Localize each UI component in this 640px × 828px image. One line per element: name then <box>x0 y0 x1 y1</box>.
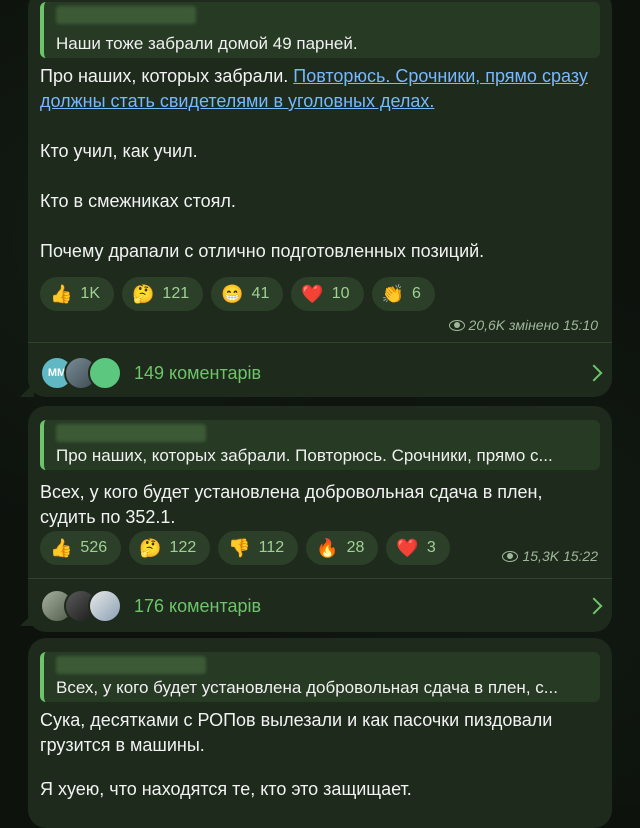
post-meta: 15,3K 15:22 <box>502 548 598 564</box>
quote-text: Про наших, которых забрали. Повторюсь. С… <box>56 446 553 465</box>
comments-count: 176 коментарів <box>134 595 262 616</box>
clap-icon: 👏 <box>381 284 404 304</box>
reaction-count: 10 <box>331 285 350 302</box>
chevron-right-icon <box>585 364 603 382</box>
reaction-heart[interactable]: ❤️ 10 <box>291 277 364 311</box>
reply-quote[interactable]: Наши тоже забрали домой 49 парней. <box>40 2 600 58</box>
fire-icon: 🔥 <box>316 538 339 558</box>
reaction-count: 1K <box>80 285 100 302</box>
quote-author-redacted <box>56 424 206 442</box>
comments-count: 149 коментарів <box>134 362 262 383</box>
chevron-right-icon <box>585 597 603 615</box>
reply-quote[interactable]: Про наших, которых забрали. Повторюсь. С… <box>40 420 600 470</box>
avatar <box>88 589 122 623</box>
message-text-2: Я хуею, что находятся те, кто это защища… <box>40 779 412 799</box>
reaction-count: 526 <box>80 539 108 556</box>
quote-text: Всех, у кого будет установлена доброволь… <box>56 678 558 697</box>
reaction-clap[interactable]: 👏 6 <box>371 277 435 311</box>
reaction-thumbs-up[interactable]: 👍 1K <box>40 277 114 311</box>
paragraph-3: Почему драпали с отлично подготовленных … <box>40 241 485 261</box>
message-text: Сука, десятками с РОПов вылезали и как п… <box>40 710 553 755</box>
reaction-count: 41 <box>251 285 270 302</box>
paragraph-1: Кто учил, как учил. <box>40 141 198 161</box>
commenter-avatars <box>40 589 122 623</box>
reply-quote[interactable]: Всех, у кого будет установлена доброволь… <box>40 652 600 702</box>
avatar <box>88 356 122 390</box>
views-and-time: 20,6K змінено 15:10 <box>468 317 598 333</box>
reaction-count: 121 <box>162 285 190 302</box>
reaction-thumbs-down[interactable]: 👎 112 <box>218 531 299 565</box>
reaction-thinking[interactable]: 🤔 122 <box>129 531 211 565</box>
comments-button[interactable]: 176 коментарів <box>40 589 603 623</box>
reaction-fire[interactable]: 🔥 28 <box>306 531 379 565</box>
grin-face-icon: 😁 <box>221 284 244 304</box>
divider <box>28 342 612 343</box>
thumbs-down-icon: 👎 <box>228 538 251 558</box>
eye-icon <box>448 319 465 331</box>
reaction-count: 6 <box>411 285 421 302</box>
channel-post[interactable]: Всех, у кого будет установлена доброволь… <box>28 638 612 828</box>
thinking-face-icon: 🤔 <box>139 538 162 558</box>
post-meta: 20,6K змінено 15:10 <box>448 317 598 333</box>
divider <box>28 578 612 579</box>
quote-text: Наши тоже забрали домой 49 парней. <box>56 34 358 53</box>
heart-icon: ❤️ <box>396 538 419 558</box>
reaction-grin[interactable]: 😁 41 <box>211 277 284 311</box>
channel-post[interactable]: Наши тоже забрали домой 49 парней. Про н… <box>28 0 612 397</box>
reaction-count: 112 <box>258 539 285 556</box>
reaction-count: 122 <box>169 539 197 556</box>
heart-icon: ❤️ <box>301 284 324 304</box>
reaction-count: 28 <box>346 539 365 556</box>
thinking-face-icon: 🤔 <box>132 284 155 304</box>
reaction-heart[interactable]: ❤️ 3 <box>386 531 450 565</box>
commenter-avatars: ММ <box>40 356 122 390</box>
eye-icon <box>502 550 519 562</box>
channel-post[interactable]: Про наших, которых забрали. Повторюсь. С… <box>28 406 612 632</box>
message-prefix: Про наших, которых забрали. <box>40 66 294 86</box>
message-text: Всех, у кого будет установлена доброволь… <box>40 482 543 527</box>
reactions-bar: 👍 526 🤔 122 👎 112 🔥 28 ❤️ 3 <box>40 531 450 565</box>
quote-author-redacted <box>56 656 206 674</box>
comments-button[interactable]: ММ 149 коментарів <box>40 356 603 390</box>
views-and-time: 15,3K 15:22 <box>522 548 598 564</box>
thumbs-up-icon: 👍 <box>50 284 73 304</box>
quote-author-redacted <box>56 6 196 24</box>
message-text: Про наших, которых забрали. Повторюсь. С… <box>40 64 596 264</box>
reactions-bar: 👍 1K 🤔 121 😁 41 ❤️ 10 👏 6 <box>40 277 435 311</box>
thumbs-up-icon: 👍 <box>50 538 73 558</box>
reaction-count: 3 <box>426 539 436 556</box>
reaction-thinking[interactable]: 🤔 121 <box>122 277 204 311</box>
reaction-thumbs-up[interactable]: 👍 526 <box>40 531 122 565</box>
paragraph-2: Кто в смежниках стоял. <box>40 191 236 211</box>
